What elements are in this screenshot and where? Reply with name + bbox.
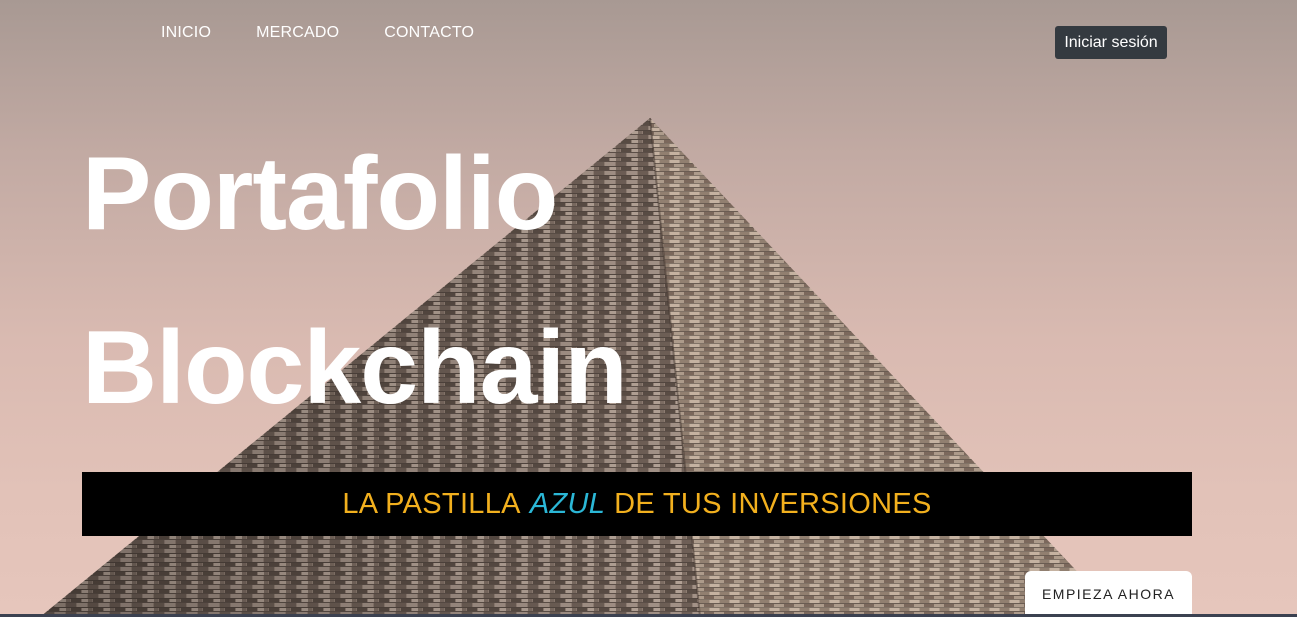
start-now-button[interactable]: EMPIEZA AHORA [1025,571,1192,617]
nav-item-inicio[interactable]: INICIO [161,24,211,42]
nav-item-mercado[interactable]: MERCADO [256,24,339,42]
hero-title-line-1: Portafolio [82,136,558,252]
tagline-bar: LA PASTILLA AZUL DE TUS INVERSIONES [82,472,1192,536]
login-button[interactable]: Iniciar sesión [1055,26,1167,59]
hero-title-line-2: Blockchain [82,310,628,426]
main-nav: INICIO MERCADO CONTACTO [161,24,519,42]
nav-item-contacto[interactable]: CONTACTO [384,24,474,42]
hero-section: INICIO MERCADO CONTACTO Iniciar sesión P… [0,0,1297,617]
tagline-accent: AZUL [529,487,606,520]
tagline-text-before: LA PASTILLA [342,487,521,520]
tagline-text-after: DE TUS INVERSIONES [614,487,932,520]
